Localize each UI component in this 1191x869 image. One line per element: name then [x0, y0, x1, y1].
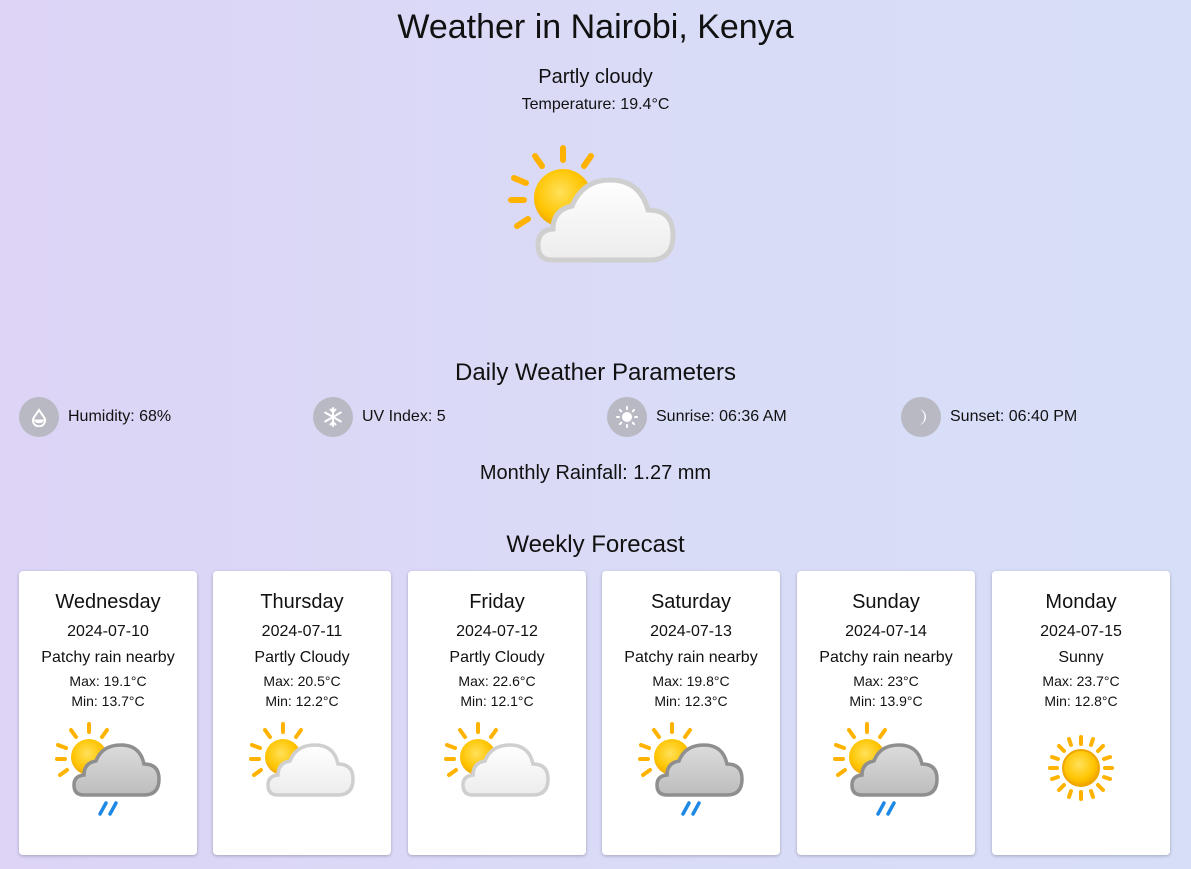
forecast-max-temp: Max: 23.7°C — [1042, 673, 1120, 689]
current-temperature: Temperature: 19.4°C — [521, 96, 670, 113]
forecast-date: 2024-07-13 — [650, 623, 732, 640]
forecast-min-temp: Min: 12.3°C — [654, 693, 728, 709]
forecast-max-temp: Max: 22.6°C — [458, 673, 536, 689]
patchy-rain-icon — [832, 721, 940, 825]
forecast-date: 2024-07-10 — [67, 623, 149, 640]
forecast-card: Friday 2024-07-12 Partly Cloudy Max: 22.… — [408, 571, 586, 855]
current-condition: Partly cloudy — [538, 66, 653, 88]
partly-cloudy-icon — [248, 721, 356, 825]
sunny-icon — [1027, 721, 1135, 825]
sunrise-sun-icon — [607, 397, 647, 437]
uv-index-parameter: UV Index: 5 — [313, 397, 446, 437]
forecast-date: 2024-07-15 — [1040, 623, 1122, 640]
forecast-day: Sunday — [852, 591, 920, 613]
humidity-drop-icon — [19, 397, 59, 437]
forecast-card: Saturday 2024-07-13 Patchy rain nearby M… — [602, 571, 780, 855]
forecast-card: Sunday 2024-07-14 Patchy rain nearby Max… — [797, 571, 975, 855]
daily-parameters: Humidity: 68% UV Index: 5 Sunrise: 06:36… — [19, 397, 1191, 437]
forecast-card: Thursday 2024-07-11 Partly Cloudy Max: 2… — [213, 571, 391, 855]
patchy-rain-icon — [637, 721, 745, 825]
partly-cloudy-icon — [443, 721, 551, 825]
uv-index-label: UV Index: 5 — [362, 408, 446, 425]
forecast-date: 2024-07-14 — [845, 623, 927, 640]
page-title: Weather in Nairobi, Kenya — [397, 8, 794, 46]
forecast-min-temp: Min: 12.8°C — [1044, 693, 1118, 709]
partly-cloudy-icon — [505, 140, 681, 272]
forecast-max-temp: Max: 19.8°C — [652, 673, 730, 689]
patchy-rain-icon — [54, 721, 162, 825]
forecast-day: Thursday — [260, 591, 344, 613]
sunset-label: Sunset: 06:40 PM — [950, 408, 1078, 425]
forecast-condition: Sunny — [1058, 649, 1104, 666]
forecast-condition: Patchy rain nearby — [41, 649, 175, 666]
forecast-condition: Patchy rain nearby — [819, 649, 953, 666]
weekly-forecast-list: Wednesday 2024-07-10 Patchy rain nearby … — [19, 571, 1179, 855]
sunrise-label: Sunrise: 06:36 AM — [656, 408, 787, 425]
forecast-condition: Partly Cloudy — [254, 649, 350, 666]
forecast-min-temp: Min: 12.1°C — [460, 693, 534, 709]
sunset-parameter: Sunset: 06:40 PM — [901, 397, 1077, 437]
forecast-day: Saturday — [650, 591, 732, 613]
uv-snowflake-icon — [313, 397, 353, 437]
sunset-moon-icon — [901, 397, 941, 437]
forecast-max-temp: Max: 23°C — [853, 673, 919, 689]
forecast-max-temp: Max: 19.1°C — [69, 673, 147, 689]
forecast-min-temp: Min: 13.9°C — [849, 693, 923, 709]
forecast-date: 2024-07-11 — [261, 623, 343, 640]
forecast-max-temp: Max: 20.5°C — [263, 673, 341, 689]
forecast-card: Monday 2024-07-15 Sunny Max: 23.7°C Min:… — [992, 571, 1170, 855]
daily-parameters-title: Daily Weather Parameters — [455, 359, 736, 386]
sunrise-parameter: Sunrise: 06:36 AM — [607, 397, 787, 437]
forecast-card: Wednesday 2024-07-10 Patchy rain nearby … — [19, 571, 197, 855]
humidity-label: Humidity: 68% — [68, 408, 172, 425]
forecast-day: Friday — [469, 591, 525, 613]
forecast-condition: Partly Cloudy — [449, 649, 545, 666]
forecast-min-temp: Min: 12.2°C — [265, 693, 339, 709]
monthly-rainfall: Monthly Rainfall: 1.27 mm — [479, 462, 712, 484]
forecast-min-temp: Min: 13.7°C — [71, 693, 145, 709]
humidity-parameter: Humidity: 68% — [19, 397, 171, 437]
forecast-day: Wednesday — [55, 591, 161, 613]
weekly-forecast-title: Weekly Forecast — [506, 531, 685, 558]
forecast-day: Monday — [1045, 591, 1117, 613]
forecast-condition: Patchy rain nearby — [624, 649, 758, 666]
forecast-date: 2024-07-12 — [456, 623, 538, 640]
